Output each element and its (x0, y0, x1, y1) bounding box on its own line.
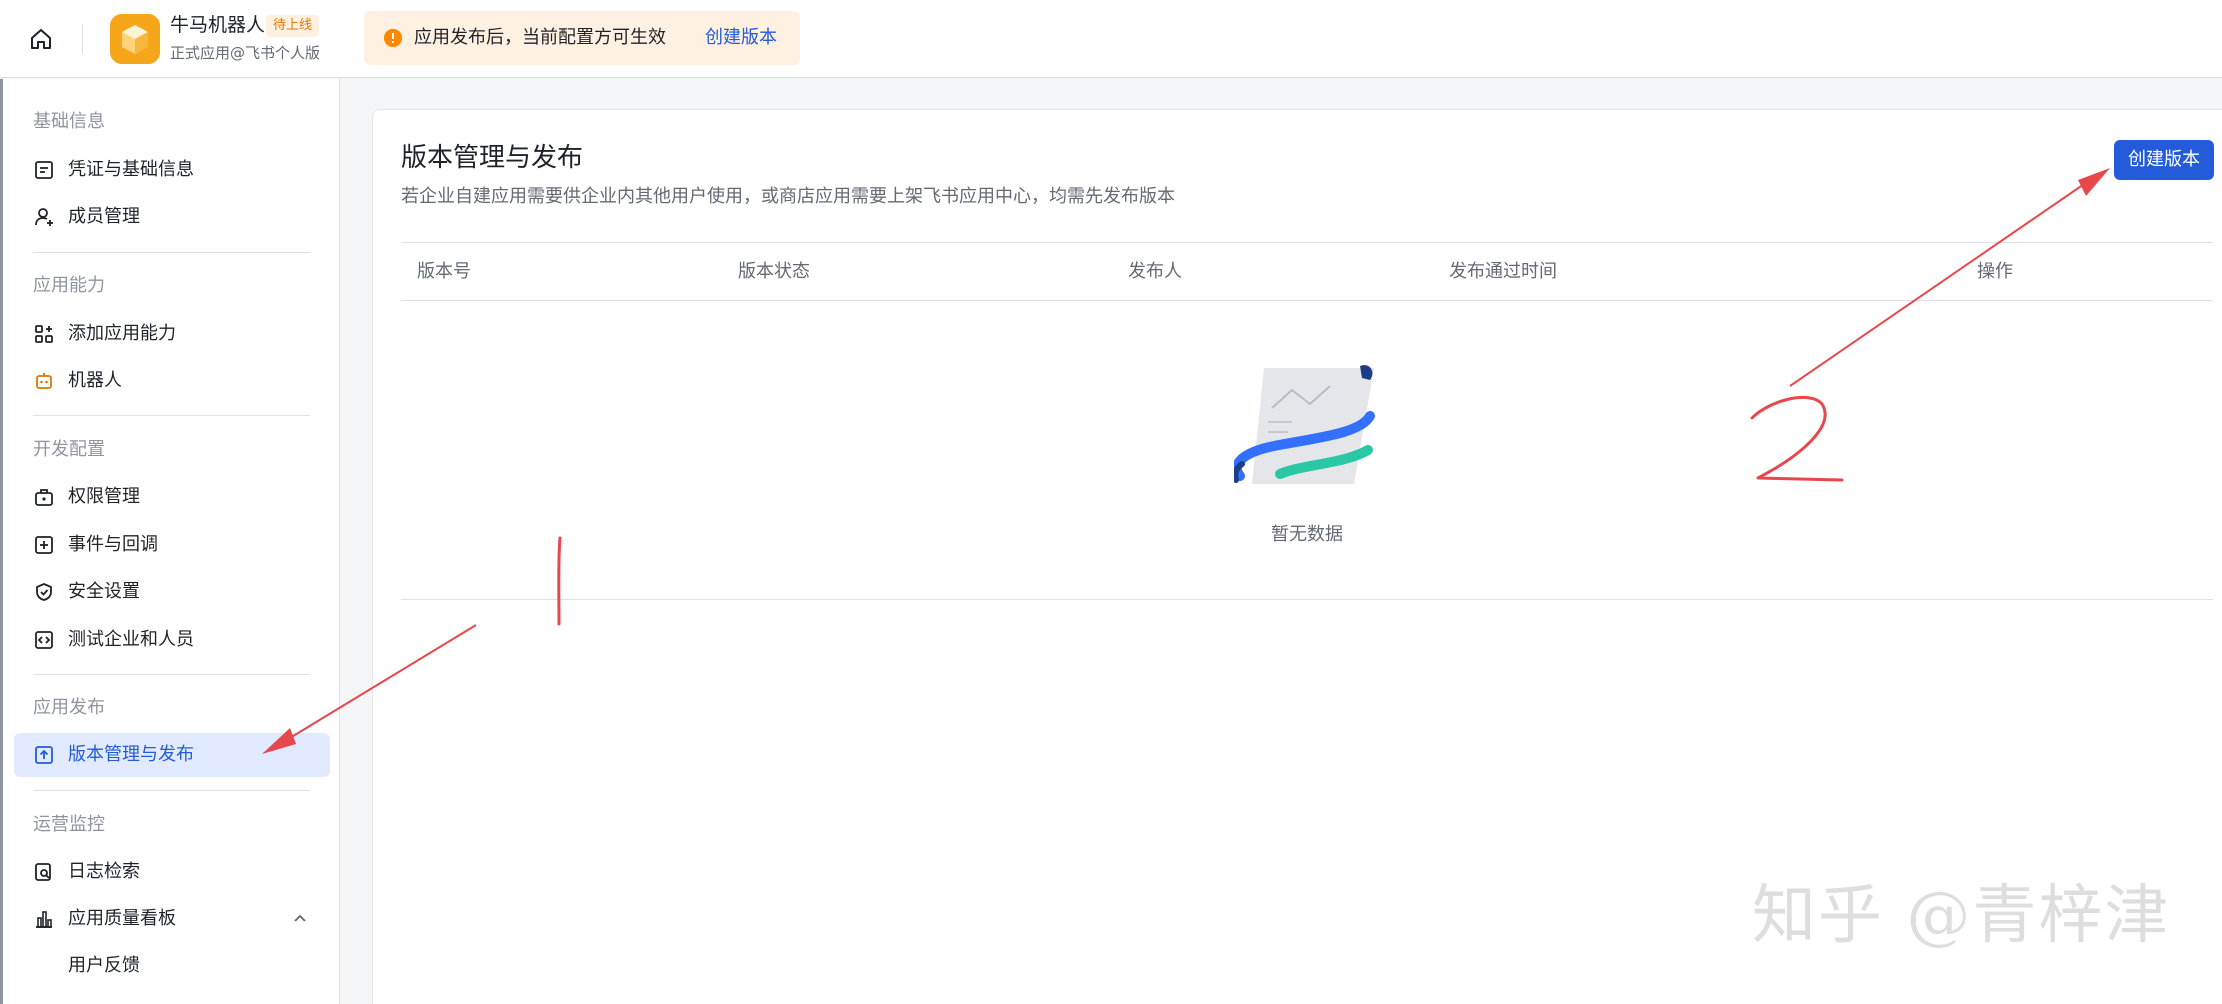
watermark: 知乎 @青梓津 (1752, 879, 2171, 953)
divider (33, 252, 310, 253)
sidebar-item-add-capability[interactable]: 添加应用能力 (14, 312, 330, 356)
sidebar-item-security[interactable]: 安全设置 (14, 570, 330, 614)
chart-icon (34, 909, 54, 929)
section-title-basic-info: 基础信息 (33, 111, 105, 132)
divider (401, 599, 2213, 600)
app-logo (110, 14, 160, 64)
sidebar-item-label: 成员管理 (68, 206, 140, 227)
column-version: 版本号 (417, 261, 471, 282)
create-version-button[interactable]: 创建版本 (2114, 140, 2214, 180)
sidebar-item-label: 版本管理与发布 (68, 744, 194, 765)
empty-state-text: 暂无数据 (1271, 524, 1343, 545)
section-title-monitoring: 运营监控 (33, 814, 105, 835)
sidebar-item-quality-board[interactable]: 应用质量看板 (14, 897, 330, 941)
sidebar-item-credentials[interactable]: 凭证与基础信息 (14, 148, 330, 192)
sidebar-edge (0, 79, 3, 1004)
page-title: 版本管理与发布 (401, 143, 584, 173)
app-name: 牛马机器人 (170, 14, 266, 36)
column-publish-time: 发布通过时间 (1449, 261, 1557, 282)
create-version-link[interactable]: 创建版本 (705, 25, 777, 51)
warning-icon (384, 29, 402, 47)
credential-icon (34, 160, 54, 180)
publish-notice: 应用发布后，当前配置方可生效 创建版本 (364, 11, 800, 65)
divider (401, 300, 2213, 301)
permission-icon (34, 487, 54, 507)
divider (82, 24, 83, 54)
notice-text: 应用发布后，当前配置方可生效 (414, 27, 666, 48)
column-status: 版本状态 (738, 261, 810, 282)
sidebar-item-label: 应用质量看板 (68, 908, 176, 929)
sidebar-item-permissions[interactable]: 权限管理 (14, 475, 330, 519)
sidebar-item-label: 凭证与基础信息 (68, 159, 194, 180)
member-icon (34, 207, 54, 227)
sidebar-item-version-publish[interactable]: 版本管理与发布 (14, 733, 330, 777)
section-title-capabilities: 应用能力 (33, 275, 105, 296)
page-description: 若企业自建应用需要供企业内其他用户使用，或商店应用需要上架飞书应用中心，均需先发… (401, 186, 1175, 207)
status-badge: 待上线 (266, 15, 320, 37)
sidebar-item-label: 日志检索 (68, 861, 140, 882)
divider (33, 415, 310, 416)
divider (33, 790, 310, 791)
column-publisher: 发布人 (1128, 261, 1182, 282)
divider (33, 674, 310, 675)
sidebar-item-log-search[interactable]: 日志检索 (14, 850, 330, 894)
add-capability-icon (34, 324, 54, 344)
sidebar-item-user-feedback[interactable]: 用户反馈 (14, 944, 330, 988)
event-icon (34, 535, 54, 555)
app-subtitle: 正式应用@飞书个人版 (170, 44, 321, 62)
top-bar: 牛马机器人 待上线 正式应用@飞书个人版 应用发布后，当前配置方可生效 创建版本 (0, 0, 2222, 78)
upload-icon (34, 745, 54, 765)
section-title-publish: 应用发布 (33, 697, 105, 718)
home-icon[interactable] (26, 24, 56, 54)
sidebar-item-events[interactable]: 事件与回调 (14, 523, 330, 567)
column-actions: 操作 (1977, 261, 2013, 282)
sidebar-item-members[interactable]: 成员管理 (14, 195, 330, 239)
code-icon (34, 630, 54, 650)
sidebar-item-label: 用户反馈 (68, 955, 140, 976)
log-search-icon (34, 862, 54, 882)
sidebar-item-label: 安全设置 (68, 581, 140, 602)
sidebar-item-robot[interactable]: 机器人 (14, 359, 330, 403)
sidebar-item-label: 测试企业和人员 (68, 629, 194, 650)
sidebar-item-test-users[interactable]: 测试企业和人员 (14, 618, 330, 662)
table-header: 版本号 版本状态 发布人 发布通过时间 操作 (401, 243, 2213, 301)
robot-icon (34, 371, 54, 391)
section-title-dev-config: 开发配置 (33, 439, 105, 460)
empty-state-illustration (1231, 364, 1380, 492)
sidebar-item-label: 权限管理 (68, 486, 140, 507)
sidebar-item-label: 添加应用能力 (68, 323, 176, 344)
sidebar-item-label: 事件与回调 (68, 534, 158, 555)
shield-icon (34, 582, 54, 602)
sidebar-item-label: 机器人 (68, 370, 122, 391)
chevron-up-icon[interactable] (292, 911, 308, 931)
